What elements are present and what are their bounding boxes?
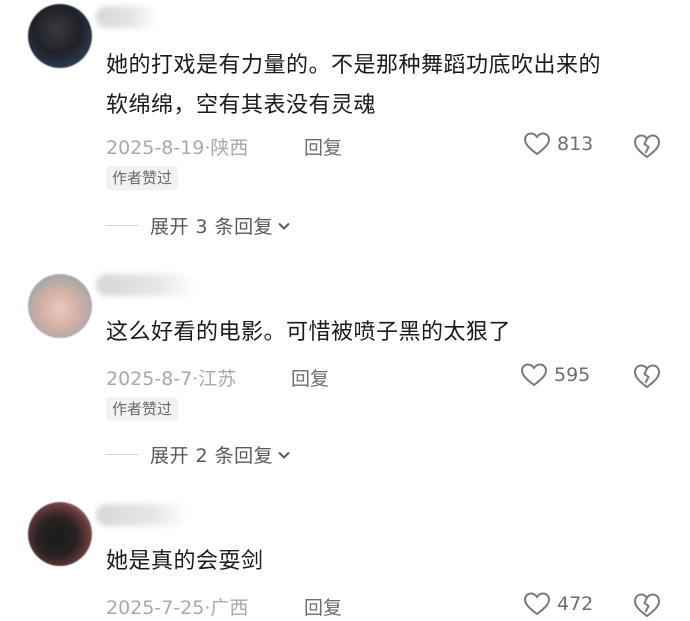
heart-outline-icon xyxy=(523,592,551,616)
comment-date-location: 2025-7-25·广西 xyxy=(106,597,249,619)
comment-text: 软绵绵，空有其表没有灵魂 xyxy=(106,93,377,118)
like-count: 595 xyxy=(554,364,591,386)
expand-replies-label: 展开 2 条回复 xyxy=(150,445,274,467)
username-redacted xyxy=(96,504,188,526)
like-button[interactable]: 595 xyxy=(520,362,590,388)
heart-outline-icon xyxy=(523,132,551,156)
comment-text: 她是真的会耍剑 xyxy=(106,549,264,574)
like-button[interactable]: 813 xyxy=(523,131,593,157)
expand-replies-button[interactable]: 展开 3 条回复 xyxy=(106,212,291,239)
avatar[interactable] xyxy=(28,502,92,566)
like-button[interactable]: 472 xyxy=(523,591,593,617)
username-redacted xyxy=(96,274,196,296)
comment-text: 她的打戏是有力量的。不是那种舞蹈功底吹出来的 xyxy=(106,53,602,78)
reply-button[interactable]: 回复 xyxy=(291,364,329,391)
comment-text: 这么好看的电影。可惜被喷子黑的太狠了 xyxy=(106,320,512,345)
expand-replies-button[interactable]: 展开 2 条回复 xyxy=(106,441,291,468)
chevron-down-icon xyxy=(278,451,290,459)
reply-button[interactable]: 回复 xyxy=(304,133,342,160)
like-count: 813 xyxy=(557,133,594,155)
broken-heart-icon[interactable] xyxy=(632,361,662,391)
comment-date-location: 2025-8-7·江苏 xyxy=(106,368,237,390)
username-redacted xyxy=(96,6,158,28)
expand-replies-label: 展开 3 条回复 xyxy=(150,216,274,238)
broken-heart-icon[interactable] xyxy=(632,131,662,161)
heart-outline-icon xyxy=(520,363,548,387)
like-count: 472 xyxy=(557,593,594,615)
chevron-down-icon xyxy=(278,222,290,230)
broken-heart-icon[interactable] xyxy=(632,590,662,620)
divider-line xyxy=(106,454,138,455)
avatar[interactable] xyxy=(28,274,92,338)
avatar[interactable] xyxy=(28,4,92,68)
author-liked-badge: 作者赞过 xyxy=(106,397,179,421)
comment-date-location: 2025-8-19·陕西 xyxy=(106,137,249,159)
author-liked-badge: 作者赞过 xyxy=(106,166,179,190)
reply-button[interactable]: 回复 xyxy=(304,593,342,620)
divider-line xyxy=(106,225,138,226)
